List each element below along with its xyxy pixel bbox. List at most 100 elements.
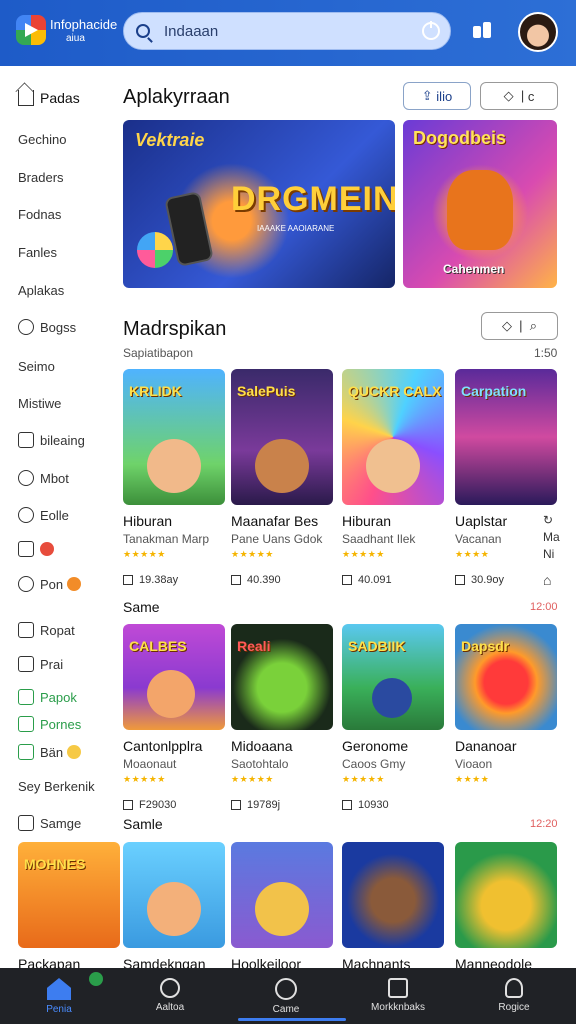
game-downloads: 30.9oy (471, 574, 505, 586)
game-thumbnail: SADBIIK (342, 624, 444, 730)
game-card[interactable]: Dapsdr Dananoar Vioaon ★★★★ (455, 624, 557, 785)
mail-icon (18, 815, 34, 831)
game-card[interactable]: QUCKR CALX Hiburan Saadhant Ilek ★★★★★ 4… (342, 369, 444, 586)
sidebar-item-2[interactable]: Braders (18, 170, 64, 185)
search-icon (136, 24, 150, 38)
bottom-nav-label: Morkknbaks (371, 1002, 425, 1013)
sidebar-item-label: Mbot (40, 470, 69, 486)
download-icon (455, 575, 465, 585)
sidebar-item-14[interactable]: Ropat (18, 622, 75, 638)
game-developer: Vioaon (455, 757, 493, 771)
rating-stars: ★★★★★ (342, 549, 385, 559)
emoji-icon (67, 745, 82, 759)
sidebar-item-9[interactable]: bileaing (18, 432, 85, 448)
sidebar-item-13[interactable]: Pon (18, 576, 82, 592)
star-icon (18, 744, 34, 760)
sidebar-item-11[interactable]: Eolle (18, 507, 69, 523)
character-icon (372, 678, 412, 718)
game-meta: 40.091 (342, 574, 444, 586)
character-icon (255, 882, 309, 936)
game-thumbnail: Carpation (455, 369, 557, 505)
sidebar-item-15[interactable]: Prai (18, 656, 63, 672)
game-card[interactable]: Machnants (342, 842, 444, 972)
app-root: Infophacide aiua Padas Gechino Braders F… (0, 0, 576, 1024)
brand-name: Infophacide aiua (50, 18, 117, 46)
bottom-nav-library[interactable]: Morkknbaks (348, 968, 448, 1024)
rating-stars: ★★★★★ (123, 549, 166, 559)
bottom-nav-home[interactable]: Penia (9, 968, 109, 1024)
featured-banner-main[interactable]: Vektraie DRGMEIN IAAAKE AAOIARANE (123, 120, 395, 288)
row-label: Samle (123, 816, 163, 832)
game-thumbnail-title: CALBES (129, 638, 187, 654)
sidebar-item-8[interactable]: Mistiwe (18, 396, 61, 411)
gift-icon (18, 541, 34, 557)
game-card[interactable]: SalePuis Maanafar Bes Pane Uans Gdok ★★★… (231, 369, 333, 586)
sidebar-item-label: Fanles (18, 245, 58, 260)
sidebar-item-1[interactable]: Gechino (18, 132, 66, 147)
game-thumbnail-title: MOHNES (24, 856, 86, 872)
rating-stars: ★★★★★ (342, 774, 385, 784)
sidebar-item-label: Padas (40, 90, 80, 106)
game-card[interactable]: Hoolkeiloor (231, 842, 333, 972)
badge-icon (67, 577, 82, 591)
game-card[interactable]: KRLIDK Hiburan Tanakman Marp ★★★★★ 19.38… (123, 369, 225, 586)
bottom-nav-games[interactable]: Came (236, 968, 336, 1024)
game-downloads: 19789j (247, 799, 281, 811)
sidebar-item-6[interactable]: Bogss (18, 319, 76, 335)
sidebar-item-3[interactable]: Fodnas (18, 207, 61, 222)
game-card[interactable]: Manneodole (455, 842, 557, 972)
fox-mascot-icon (447, 170, 513, 250)
brand-subtitle: aiua (66, 33, 85, 44)
featured-more-button[interactable]: ◇ | c (480, 82, 558, 110)
pin-icon: ◇ | (503, 88, 528, 103)
app-logo-icon[interactable] (16, 15, 46, 45)
game-thumbnail: Dapsdr (455, 624, 557, 730)
sidebar-item-19[interactable]: Sey Berkenik (18, 779, 95, 794)
banner-title: Dogodbeis (413, 128, 506, 148)
rating-stars: ★★★★★ (231, 549, 274, 559)
game-card[interactable]: Reali Midoaana Saotohtalo ★★★★★ 19789j (231, 624, 333, 811)
bottom-nav-label: Penia (46, 1004, 72, 1015)
sidebar-item-10[interactable]: Mbot (18, 470, 69, 486)
sidebar-item-label: Samge (40, 815, 82, 831)
game-card[interactable]: CALBES Cantonlpplra Moaonaut ★★★★★ F2903… (123, 624, 225, 811)
character-icon (366, 439, 420, 493)
bottom-nav-profile[interactable]: Rogice (464, 968, 564, 1024)
sidebar-item-home[interactable]: Padas (18, 90, 80, 106)
game-card[interactable]: SADBIIK Geronome Caoos Gmy ★★★★★ 10930 (342, 624, 444, 811)
bottom-nav-search[interactable]: Aaltoa (120, 968, 220, 1024)
sidebar-item-12[interactable] (18, 541, 60, 557)
sidebar-item-5[interactable]: Aplakas (18, 283, 64, 298)
sidebar-item-16[interactable]: Papok (18, 689, 77, 705)
sidebar-item-label: Gechino (18, 132, 67, 147)
cutoff-line: Ni (543, 547, 555, 561)
row-count: 12:20 (530, 818, 558, 830)
game-title: Maanafar Bes (231, 513, 319, 529)
featured-banner-side[interactable]: Dogodbeis Cahenmen (403, 120, 557, 288)
game-title: Hiburan (342, 513, 392, 529)
voice-search-icon[interactable] (422, 21, 440, 40)
search-bar[interactable] (123, 12, 451, 50)
sidebar-item-7[interactable]: Seimo (18, 359, 55, 374)
search-input[interactable] (164, 22, 404, 40)
recommended-more-button[interactable]: ◇ | ⌕ (481, 312, 558, 340)
game-thumbnail: Reali (231, 624, 333, 730)
game-card[interactable]: MOHNES Packapan (18, 842, 120, 972)
sidebar-item-4[interactable]: Fanles (18, 245, 57, 260)
sidebar-item-17[interactable]: Pornes (18, 716, 81, 732)
game-thumbnail-title: SADBIIK (348, 638, 406, 654)
sidebar-item-18[interactable]: Bän (18, 744, 82, 760)
user-avatar[interactable] (518, 12, 558, 52)
game-thumbnail-title: QUCKR CALX (348, 383, 442, 399)
notifications-icon[interactable] (473, 22, 493, 40)
game-title: Geronome (342, 738, 409, 754)
game-thumbnail-title: Dapsdr (461, 638, 510, 654)
game-card[interactable]: Carpation Uaplstar Vacanan ★★★★ 30.9oy (455, 369, 557, 586)
share-icon[interactable]: ⌂ (543, 572, 551, 588)
game-meta: 19789j (231, 799, 333, 811)
sidebar-item-20[interactable]: Samge (18, 815, 81, 831)
featured-filter-button[interactable]: ⇪ ilio (403, 82, 471, 110)
game-developer: Caoos Gmy (342, 757, 406, 771)
game-card[interactable]: Samdekngan (123, 842, 225, 972)
game-downloads: 40.091 (358, 574, 392, 586)
